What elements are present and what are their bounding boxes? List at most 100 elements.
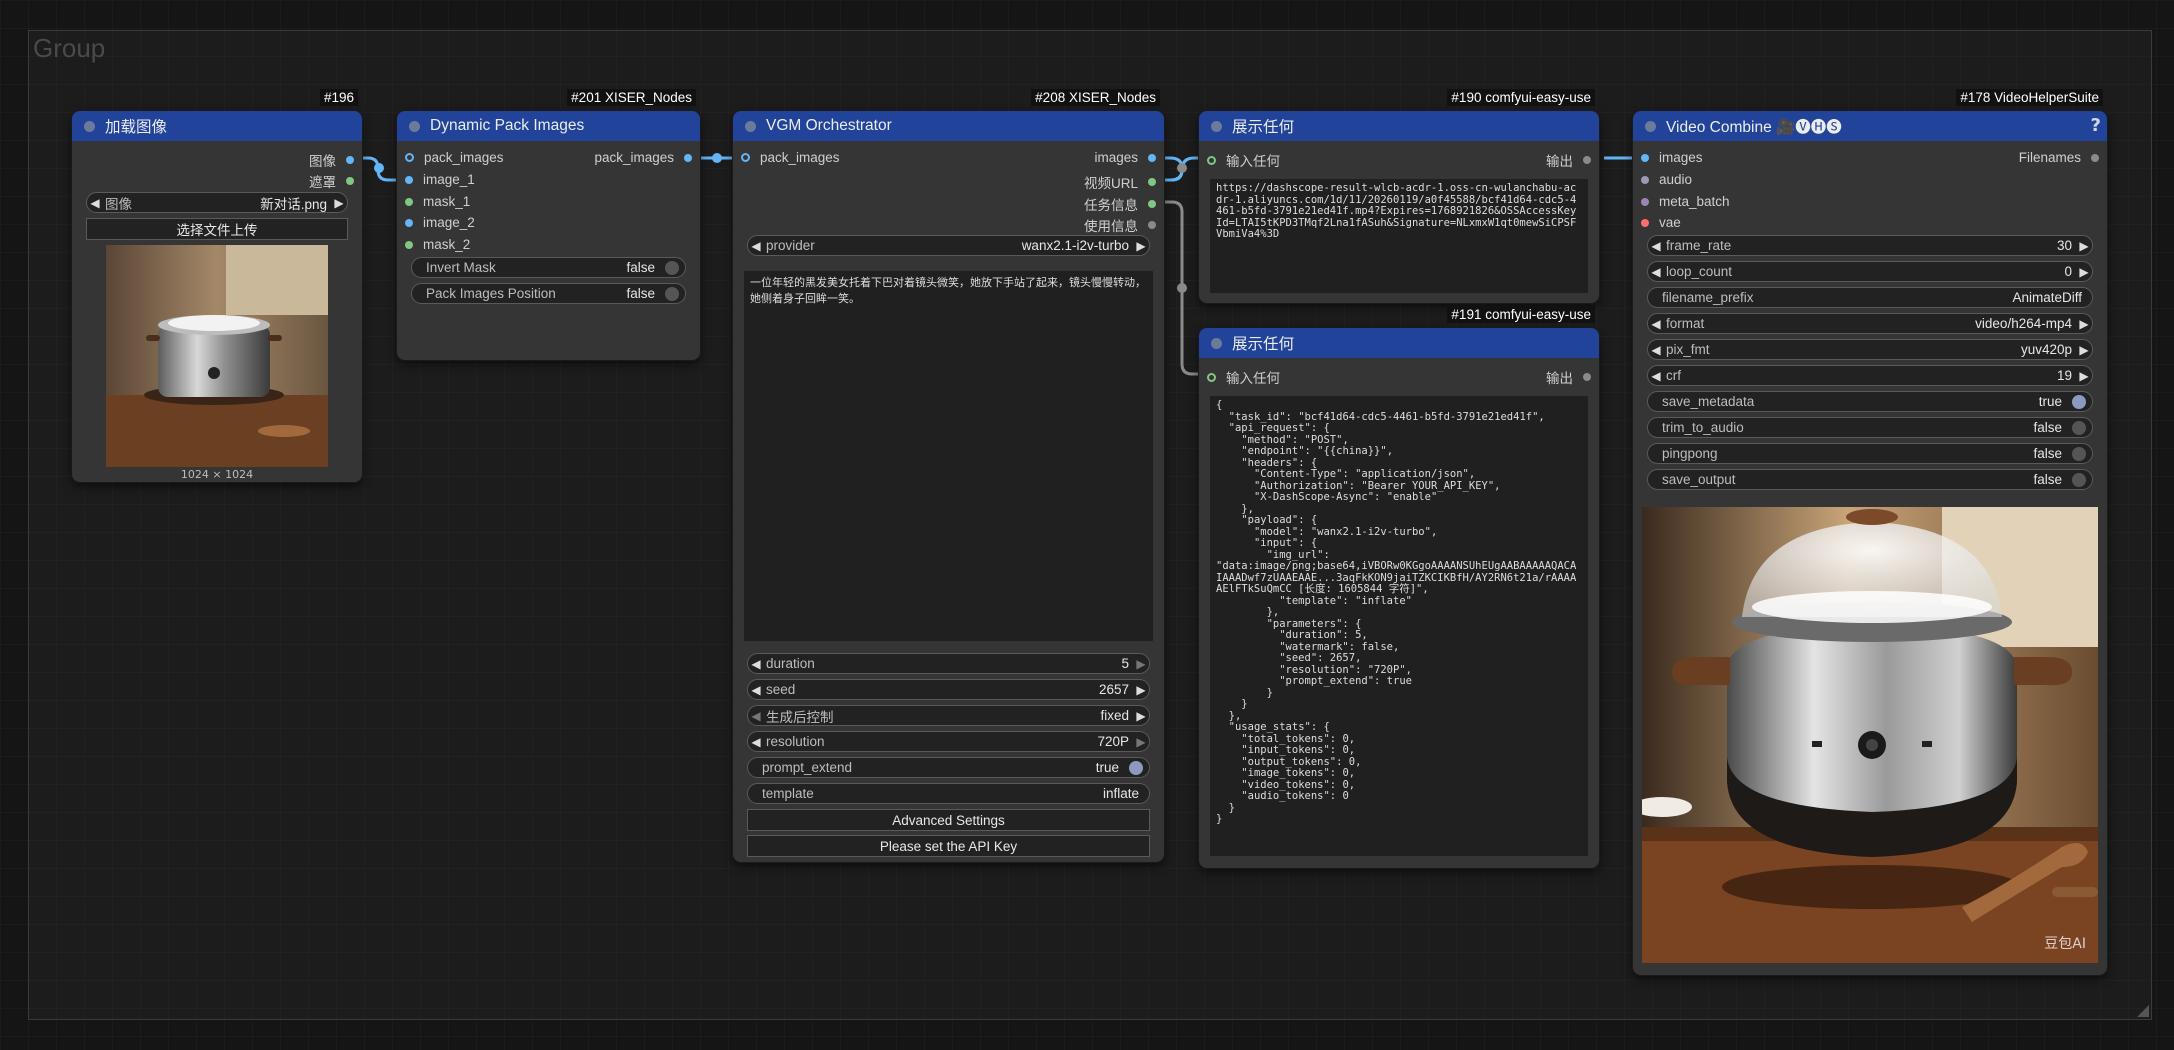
- arrow-left-icon[interactable]: ◀: [1648, 265, 1664, 279]
- arrow-right-icon[interactable]: ▶: [2076, 317, 2092, 331]
- node-header[interactable]: Dynamic Pack Images: [397, 111, 700, 141]
- input-slot-meta-batch[interactable]: meta_batch: [1633, 194, 2107, 214]
- image-combo-widget[interactable]: ◀ 图像 新对话.png ▶: [86, 192, 348, 213]
- node-load-image[interactable]: #196 加载图像 图像 遮罩 ◀ 图像 新对话.png ▶ 选择文件上传 10…: [72, 89, 362, 482]
- arrow-right-icon[interactable]: ▶: [1133, 657, 1149, 671]
- input-slot-mask-2[interactable]: mask_2: [397, 237, 700, 257]
- node-header[interactable]: Video Combine 🎥🅥🅗🅢: [1633, 111, 2107, 141]
- output-json-text[interactable]: { "task_id": "bcf41d64-cdc5-4461-b5fd-37…: [1210, 396, 1588, 856]
- arrow-left-icon[interactable]: ◀: [748, 735, 764, 749]
- arrow-right-icon[interactable]: ▶: [1133, 709, 1149, 723]
- arrow-right-icon[interactable]: ▶: [331, 196, 347, 210]
- slot-dot[interactable]: [741, 153, 750, 162]
- slot-dot[interactable]: [1583, 156, 1591, 164]
- collapse-dot[interactable]: [1211, 120, 1222, 132]
- group-resize-handle[interactable]: [2137, 1005, 2149, 1017]
- collapse-dot[interactable]: [409, 120, 420, 132]
- arrow-left-icon[interactable]: ◀: [87, 196, 103, 210]
- node-show-any-190[interactable]: #190 comfyui-easy-use 展示任何 输入任何 输出 https…: [1199, 89, 1599, 303]
- provider-combo[interactable]: ◀ provider wanx2.1-i2v-turbo ▶: [747, 235, 1150, 256]
- input-slot-pack-images[interactable]: pack_images pack_images: [397, 150, 700, 170]
- format-combo[interactable]: ◀ format video/h264-mp4 ▶: [1647, 313, 2093, 334]
- arrow-left-icon[interactable]: ◀: [748, 657, 764, 671]
- node-video-combine[interactable]: #178 VideoHelperSuite Video Combine 🎥🅥🅗🅢…: [1633, 89, 2107, 975]
- advanced-settings-button[interactable]: Advanced Settings: [747, 809, 1150, 831]
- control-after-generate-combo[interactable]: ◀ 生成后控制 fixed ▶: [747, 705, 1150, 726]
- slot-dot[interactable]: [346, 156, 354, 164]
- duration-number[interactable]: ◀ duration 5 ▶: [747, 653, 1150, 674]
- arrow-left-icon[interactable]: ◀: [1648, 343, 1664, 357]
- node-header[interactable]: 展示任何: [1199, 328, 1599, 358]
- output-slot-image[interactable]: 图像: [72, 150, 362, 170]
- collapse-dot[interactable]: [84, 120, 95, 132]
- output-slot-video-url[interactable]: 视频URL: [733, 172, 1164, 192]
- save-output-toggle[interactable]: save_output false: [1647, 469, 2093, 490]
- arrow-right-icon[interactable]: ▶: [2076, 265, 2092, 279]
- input-slot-images[interactable]: images Filenames: [1633, 150, 2107, 170]
- filename-prefix-text[interactable]: filename_prefix AnimateDiff: [1647, 287, 2093, 308]
- slot-dot[interactable]: [405, 175, 413, 184]
- help-icon[interactable]: ?: [2091, 115, 2101, 136]
- slot-dot[interactable]: [405, 197, 413, 206]
- arrow-left-icon[interactable]: ◀: [1648, 239, 1664, 253]
- slot-dot[interactable]: [684, 153, 692, 162]
- slot-dot[interactable]: [346, 177, 354, 185]
- arrow-left-icon[interactable]: ◀: [748, 683, 764, 697]
- toggle-knob-icon[interactable]: [2072, 420, 2086, 435]
- slot-dot[interactable]: [1207, 155, 1216, 165]
- pack-images-position-toggle[interactable]: Pack Images Position false: [411, 283, 686, 304]
- save-metadata-toggle[interactable]: save_metadata true: [1647, 391, 2093, 412]
- slot-dot[interactable]: [1207, 372, 1216, 382]
- collapse-dot[interactable]: [1211, 337, 1222, 349]
- prompt-extend-toggle[interactable]: prompt_extend true: [747, 757, 1150, 778]
- slot-dot[interactable]: [1148, 221, 1156, 229]
- slot-dot[interactable]: [2091, 153, 2099, 162]
- slot-dot[interactable]: [1641, 153, 1649, 162]
- input-slot-mask-1[interactable]: mask_1: [397, 194, 700, 214]
- output-slot-mask[interactable]: 遮罩: [72, 171, 362, 191]
- trim-to-audio-toggle[interactable]: trim_to_audio false: [1647, 417, 2093, 438]
- slot-dot[interactable]: [405, 153, 414, 162]
- group-title[interactable]: Group: [33, 33, 105, 64]
- toggle-knob-icon[interactable]: [2072, 394, 2086, 409]
- arrow-right-icon[interactable]: ▶: [2076, 239, 2092, 253]
- upload-button[interactable]: 选择文件上传: [86, 218, 348, 240]
- slot-dot[interactable]: [1641, 197, 1649, 206]
- arrow-right-icon[interactable]: ▶: [2076, 343, 2092, 357]
- invert-mask-toggle[interactable]: Invert Mask false: [411, 257, 686, 278]
- arrow-right-icon[interactable]: ▶: [2076, 369, 2092, 383]
- input-slot-vae[interactable]: vae: [1633, 215, 2107, 235]
- slot-dot[interactable]: [1148, 200, 1156, 208]
- collapse-dot[interactable]: [1645, 120, 1656, 132]
- node-show-any-191[interactable]: #191 comfyui-easy-use 展示任何 输入任何 输出 { "ta…: [1199, 306, 1599, 868]
- slot-dot[interactable]: [405, 218, 413, 227]
- output-slot-usage-info[interactable]: 使用信息: [733, 215, 1164, 235]
- slot-dot[interactable]: [1641, 175, 1649, 184]
- pingpong-toggle[interactable]: pingpong false: [1647, 443, 2093, 464]
- arrow-right-icon[interactable]: ▶: [1133, 239, 1149, 253]
- pix-fmt-combo[interactable]: ◀ pix_fmt yuv420p ▶: [1647, 339, 2093, 360]
- template-text[interactable]: template inflate: [747, 783, 1150, 804]
- node-header[interactable]: 加载图像: [72, 111, 362, 141]
- set-api-key-button[interactable]: Please set the API Key: [747, 835, 1150, 857]
- input-slot-any[interactable]: 输入任何 输出: [1199, 150, 1599, 170]
- slot-dot[interactable]: [1148, 178, 1156, 186]
- seed-number[interactable]: ◀ seed 2657 ▶: [747, 679, 1150, 700]
- input-slot-audio[interactable]: audio: [1633, 172, 2107, 192]
- node-header[interactable]: VGM Orchestrator: [733, 111, 1164, 141]
- video-preview[interactable]: 豆包AI: [1642, 507, 2098, 963]
- arrow-left-icon[interactable]: ◀: [748, 239, 764, 253]
- node-vgm-orchestrator[interactable]: #208 XISER_Nodes VGM Orchestrator pack_i…: [733, 89, 1164, 862]
- toggle-knob-icon[interactable]: [2072, 446, 2086, 461]
- loop-count-number[interactable]: ◀ loop_count 0 ▶: [1647, 261, 2093, 282]
- input-slot-any[interactable]: 输入任何 输出: [1199, 367, 1599, 387]
- frame-rate-number[interactable]: ◀ frame_rate 30 ▶: [1647, 235, 2093, 256]
- crf-number[interactable]: ◀ crf 19 ▶: [1647, 365, 2093, 386]
- slot-dot[interactable]: [1148, 153, 1156, 162]
- slot-dot[interactable]: [1583, 373, 1591, 381]
- input-slot-image-2[interactable]: image_2: [397, 215, 700, 235]
- input-slot-pack-images[interactable]: pack_images images: [733, 150, 1164, 170]
- slot-dot[interactable]: [1641, 218, 1649, 227]
- arrow-left-icon[interactable]: ◀: [1648, 369, 1664, 383]
- collapse-dot[interactable]: [745, 120, 756, 132]
